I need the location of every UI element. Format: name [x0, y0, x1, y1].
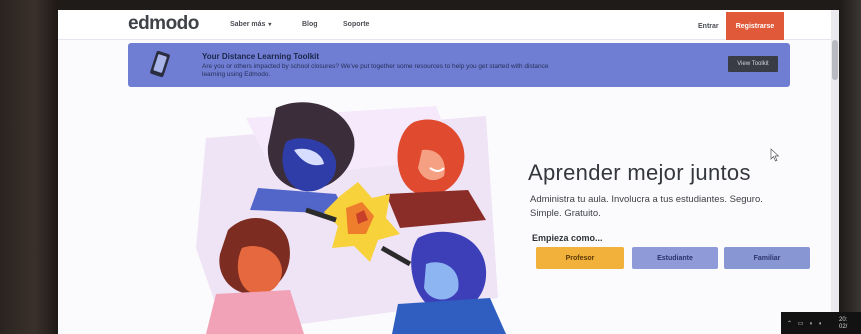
- monitor-bezel-right: [839, 0, 861, 334]
- register-button[interactable]: Registrarse: [726, 12, 784, 40]
- edmodo-logo[interactable]: edmodo: [128, 13, 199, 35]
- system-tray-icons[interactable]: ⌃ ▭ ◖ ◗: [787, 320, 824, 327]
- mouse-cursor-icon: [770, 148, 780, 162]
- view-toolkit-button[interactable]: View Toolkit: [728, 56, 778, 72]
- login-link[interactable]: Entrar: [698, 23, 719, 30]
- nav-soporte[interactable]: Soporte: [343, 21, 369, 28]
- taskbar-clock[interactable]: 20: 02/: [839, 317, 847, 331]
- monitor-bezel-top: [0, 0, 861, 10]
- clock-date: 02/: [839, 324, 848, 330]
- hero-title: Aprender mejor juntos: [528, 160, 751, 185]
- top-navigation: edmodo Saber más ▾ Blog Soporte Entrar Re…: [58, 10, 839, 40]
- nav-saber-mas[interactable]: Saber más ▾: [230, 21, 271, 28]
- start-as-label: Empieza como...: [532, 233, 603, 243]
- role-teacher-button[interactable]: Profesor: [536, 247, 624, 269]
- nav-blog[interactable]: Blog: [302, 21, 318, 28]
- banner-text: Are you or others impacted by school clo…: [202, 63, 549, 78]
- distance-learning-banner: Your Distance Learning Toolkit Are you o…: [128, 43, 790, 87]
- hero-subtitle: Administra tu aula. Involucra a tus estu…: [530, 194, 763, 219]
- role-student-button[interactable]: Estudiante: [632, 247, 718, 269]
- browser-viewport: edmodo Saber más ▾ Blog Soporte Entrar Re…: [58, 10, 839, 334]
- hero-illustration: [196, 102, 506, 334]
- scrollbar-thumb[interactable]: [832, 40, 838, 80]
- windows-taskbar: ⌃ ▭ ◖ ◗ 20: 02/: [781, 312, 861, 334]
- role-family-button[interactable]: Familiar: [724, 247, 810, 269]
- clock-time: 20:: [839, 317, 848, 323]
- nav-saber-mas-label: Saber más: [230, 21, 266, 28]
- tablet-icon: [150, 50, 170, 78]
- banner-title: Your Distance Learning Toolkit: [202, 52, 320, 61]
- monitor-bezel-left: [0, 0, 58, 334]
- page-scrollbar[interactable]: [831, 10, 839, 334]
- chevron-down-icon: ▾: [268, 22, 272, 28]
